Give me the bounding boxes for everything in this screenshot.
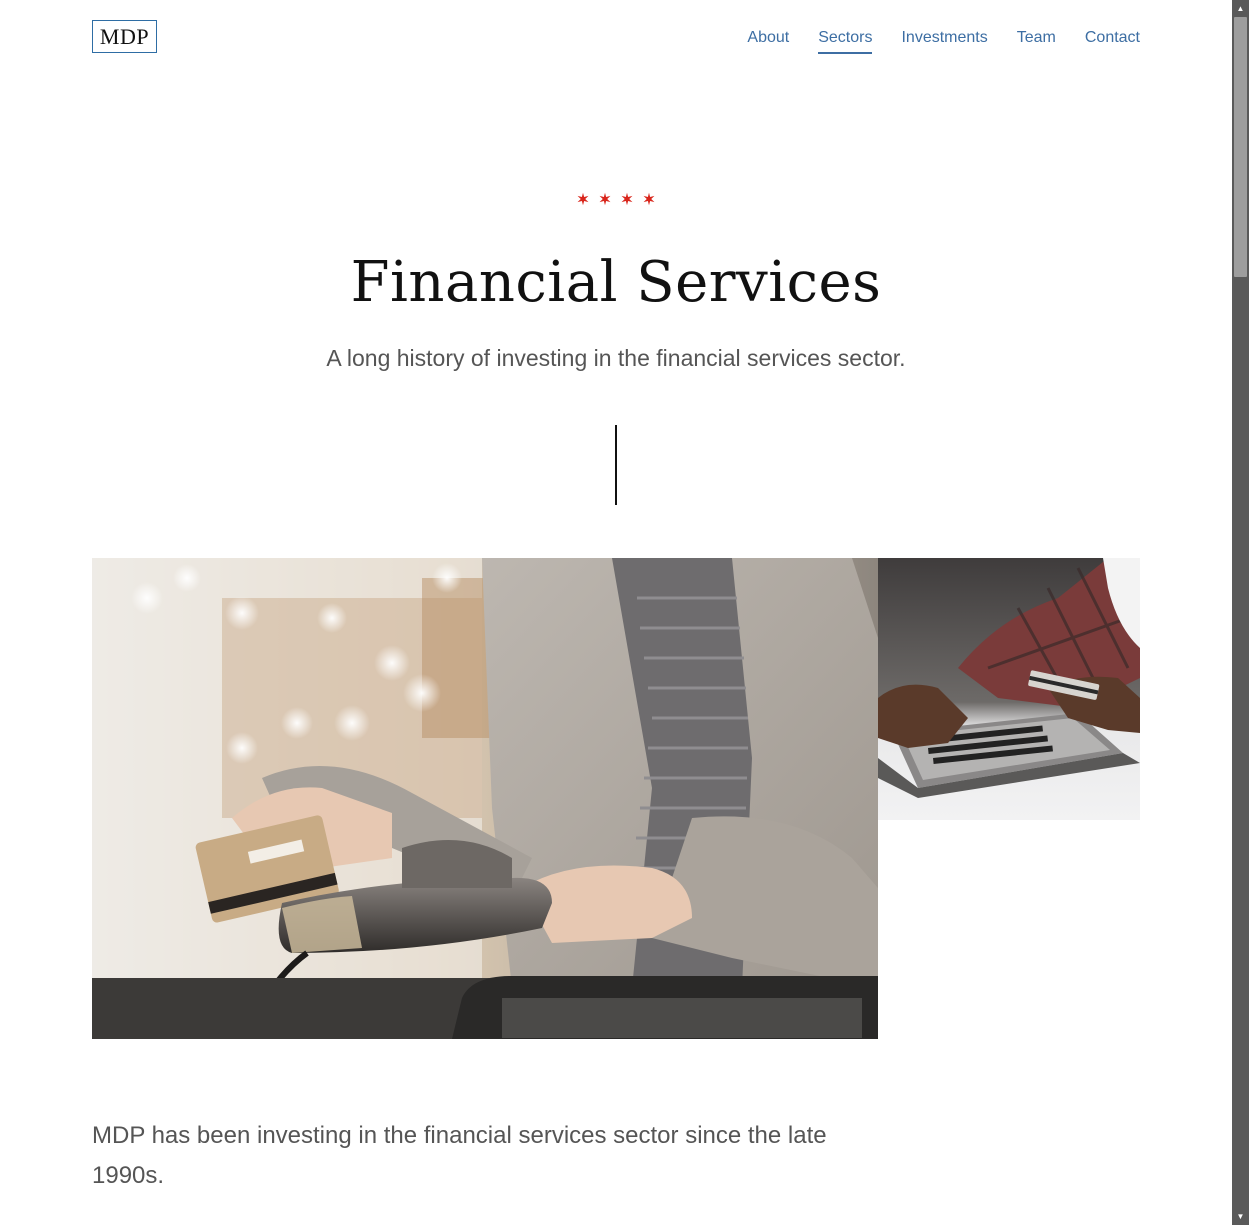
star-icon (643, 192, 655, 206)
nav-team[interactable]: Team (1017, 28, 1056, 54)
laptop-card-image (878, 558, 1140, 820)
star-icon (577, 192, 589, 206)
nav-about[interactable]: About (747, 28, 789, 54)
page-title: Financial Services (350, 250, 882, 315)
vertical-divider (615, 425, 617, 505)
star-icon (621, 192, 633, 206)
vertical-scrollbar[interactable]: ▲ ▼ (1232, 0, 1249, 1225)
scroll-down-arrow-icon[interactable]: ▼ (1232, 1208, 1249, 1225)
page: MDP About Sectors Investments Team Conta… (0, 0, 1232, 1225)
scroll-thumb[interactable] (1234, 17, 1247, 277)
card-payment-image (92, 558, 878, 1039)
nav-contact[interactable]: Contact (1085, 28, 1140, 54)
main-nav: About Sectors Investments Team Contact (747, 28, 1140, 54)
scroll-up-arrow-icon[interactable]: ▲ (1232, 0, 1249, 17)
page-subtitle: A long history of investing in the finan… (326, 345, 906, 371)
nav-investments[interactable]: Investments (901, 28, 987, 54)
photo-laptop-card (878, 558, 1140, 820)
logo-text: MDP (99, 23, 150, 49)
star-icon (599, 192, 611, 206)
photo-card-payment (92, 558, 878, 1039)
nav-sectors[interactable]: Sectors (818, 28, 873, 54)
logo-link[interactable]: MDP (92, 20, 157, 53)
intro-paragraph: MDP has been investing in the financial … (92, 1122, 827, 1189)
decorative-stars (0, 192, 1232, 206)
